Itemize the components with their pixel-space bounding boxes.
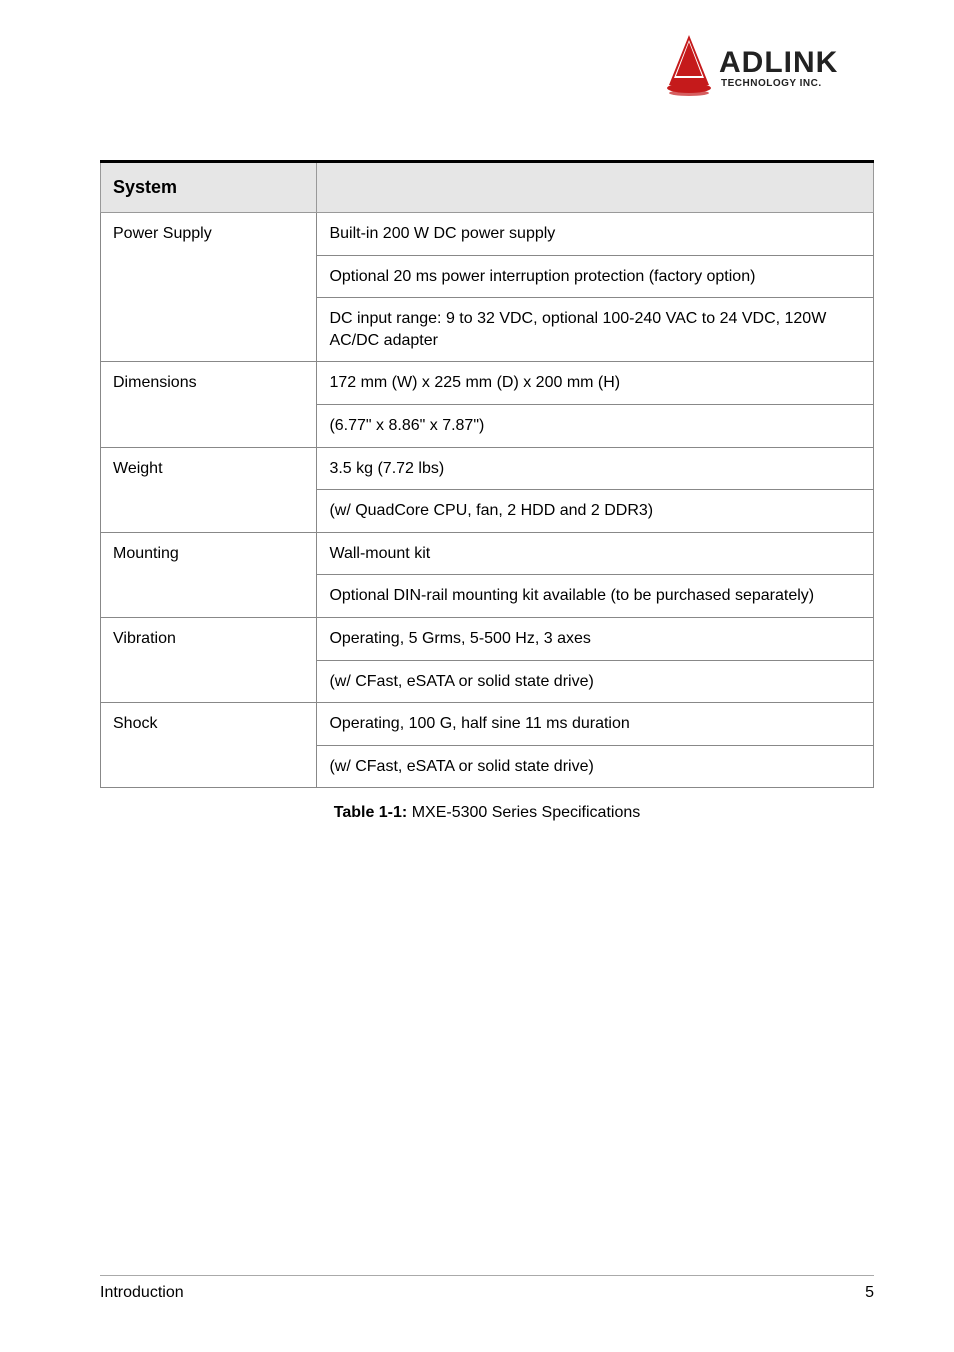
spec-value: Built-in 200 W DC power supply: [317, 213, 874, 256]
spec-value: 3.5 kg (7.72 lbs): [317, 447, 874, 490]
spec-value: Optional 20 ms power interruption protec…: [317, 255, 874, 298]
spec-label: Mounting: [101, 532, 317, 617]
table-row: Weight 3.5 kg (7.72 lbs): [101, 447, 874, 490]
spec-label: Power Supply: [101, 213, 317, 362]
table-row: Shock Operating, 100 G, half sine 11 ms …: [101, 703, 874, 746]
spec-label: Dimensions: [101, 362, 317, 447]
spec-table: System Power Supply Built-in 200 W DC po…: [100, 160, 874, 788]
spec-label: Vibration: [101, 617, 317, 702]
table-row: Power Supply Built-in 200 W DC power sup…: [101, 213, 874, 256]
spec-value: Wall-mount kit: [317, 532, 874, 575]
page-footer: Introduction 5: [100, 1275, 874, 1302]
spec-value: (w/ QuadCore CPU, fan, 2 HDD and 2 DDR3): [317, 490, 874, 533]
spec-value: (6.77" x 8.86" x 7.87"): [317, 404, 874, 447]
spec-value: (w/ CFast, eSATA or solid state drive): [317, 660, 874, 703]
table-header-row: System: [101, 162, 874, 213]
spec-value: Operating, 5 Grms, 5-500 Hz, 3 axes: [317, 617, 874, 660]
col-system: System: [101, 162, 317, 213]
spec-value: DC input range: 9 to 32 VDC, optional 10…: [317, 298, 874, 362]
spec-value: 172 mm (W) x 225 mm (D) x 200 mm (H): [317, 362, 874, 405]
footer-section: Introduction: [100, 1284, 184, 1302]
logo-subtext: TECHNOLOGY INC.: [721, 78, 822, 89]
footer-page-number: 5: [865, 1284, 874, 1302]
brand-logo: ADLINK TECHNOLOGY INC.: [664, 30, 874, 105]
spec-label: Weight: [101, 447, 317, 532]
table-row: Vibration Operating, 5 Grms, 5-500 Hz, 3…: [101, 617, 874, 660]
spec-label: Shock: [101, 703, 317, 788]
table-caption: Table 1-1: MXE-5300 Series Specification…: [100, 804, 874, 822]
col-empty: [317, 162, 874, 213]
table-row: Mounting Wall-mount kit: [101, 532, 874, 575]
spec-value: (w/ CFast, eSATA or solid state drive): [317, 745, 874, 788]
spec-value: Operating, 100 G, half sine 11 ms durati…: [317, 703, 874, 746]
caption-prefix: Table 1-1:: [334, 804, 408, 821]
spec-value: Optional DIN-rail mounting kit available…: [317, 575, 874, 618]
table-row: Dimensions 172 mm (W) x 225 mm (D) x 200…: [101, 362, 874, 405]
logo-text: ADLINK: [719, 46, 838, 79]
caption-text: MXE-5300 Series Specifications: [412, 804, 641, 821]
